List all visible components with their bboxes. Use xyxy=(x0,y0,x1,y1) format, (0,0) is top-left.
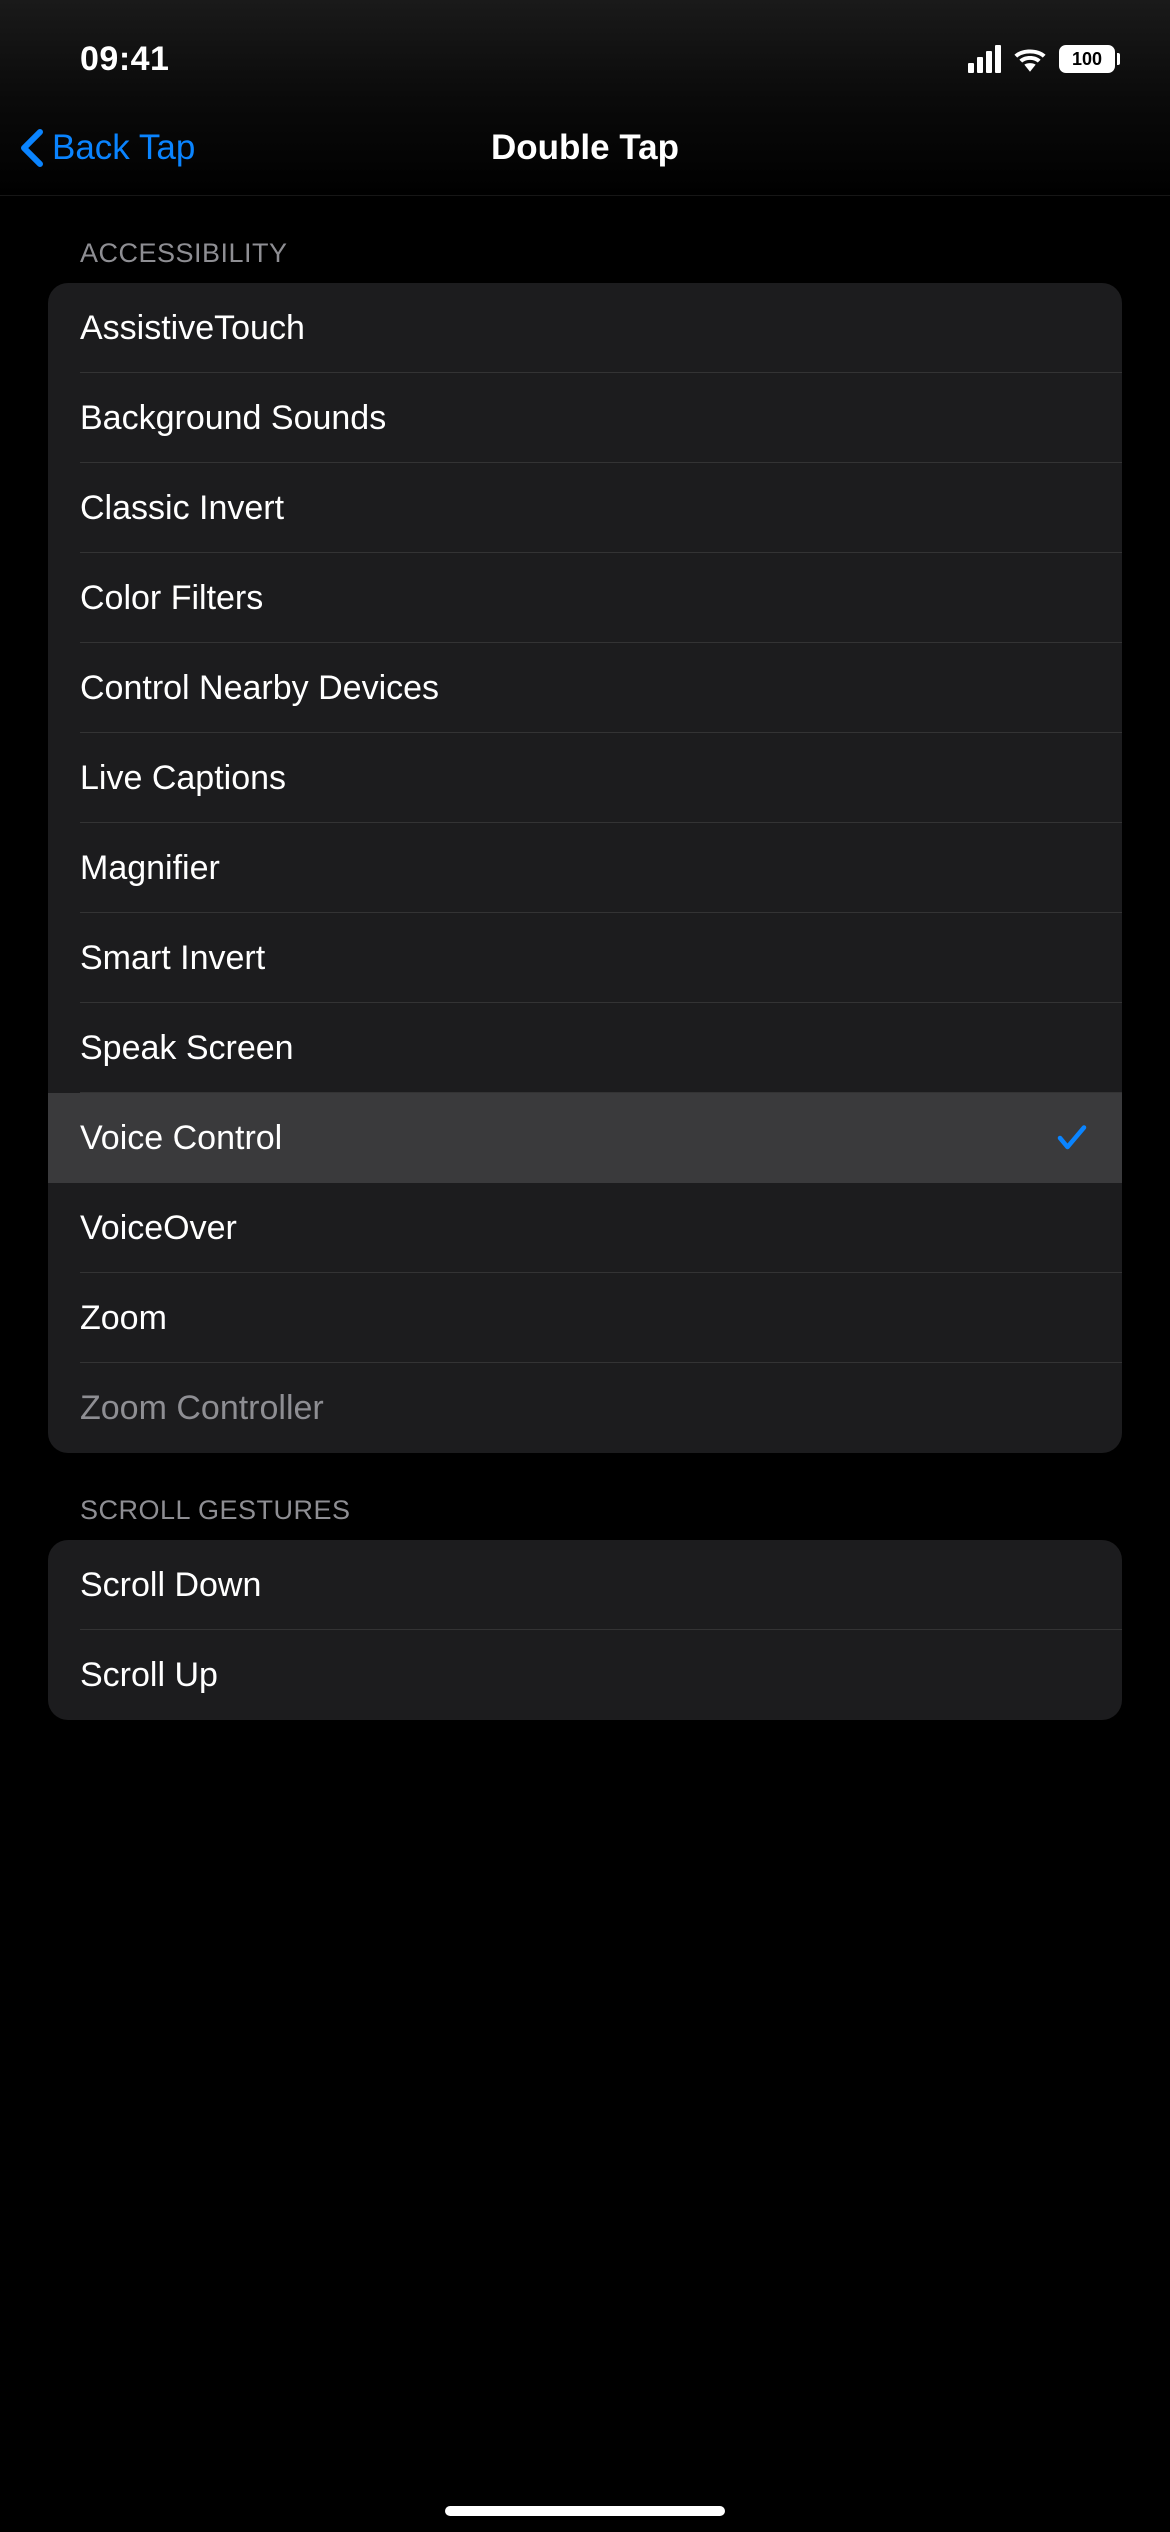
list-item-label: VoiceOver xyxy=(80,1209,237,1248)
list-item-voiceover[interactable]: VoiceOver xyxy=(48,1183,1122,1273)
chevron-left-icon xyxy=(20,128,44,168)
list-item-smart-invert[interactable]: Smart Invert xyxy=(48,913,1122,1003)
back-button[interactable]: Back Tap xyxy=(20,128,195,168)
list-item-label: Zoom Controller xyxy=(80,1389,324,1428)
list-item-control-nearby-devices[interactable]: Control Nearby Devices xyxy=(48,643,1122,733)
list-item-label: Magnifier xyxy=(80,849,220,888)
list-item-voice-control[interactable]: Voice Control xyxy=(48,1093,1122,1183)
list-item-color-filters[interactable]: Color Filters xyxy=(48,553,1122,643)
list-item-label: Zoom xyxy=(80,1299,167,1338)
list-item-label: Classic Invert xyxy=(80,489,284,528)
list-item-label: Live Captions xyxy=(80,759,286,798)
list-item-label: Voice Control xyxy=(80,1119,282,1158)
list-item-scroll-up[interactable]: Scroll Up xyxy=(48,1630,1122,1720)
list-item-zoom-controller: Zoom Controller xyxy=(48,1363,1122,1453)
home-indicator[interactable] xyxy=(445,2506,725,2516)
list-item-scroll-down[interactable]: Scroll Down xyxy=(48,1540,1122,1630)
list-item-label: Speak Screen xyxy=(80,1029,294,1068)
checkmark-icon xyxy=(1054,1120,1090,1156)
list-item-speak-screen[interactable]: Speak Screen xyxy=(48,1003,1122,1093)
navigation-bar: Back Tap Double Tap xyxy=(0,100,1170,196)
list-item-assistivetouch[interactable]: AssistiveTouch xyxy=(48,283,1122,373)
cellular-signal-icon xyxy=(968,45,1001,73)
wifi-icon xyxy=(1013,46,1047,72)
list-item-background-sounds[interactable]: Background Sounds xyxy=(48,373,1122,463)
list-item-zoom[interactable]: Zoom xyxy=(48,1273,1122,1363)
list-item-label: Color Filters xyxy=(80,579,263,618)
list-item-label: Smart Invert xyxy=(80,939,265,978)
battery-percentage: 100 xyxy=(1072,49,1102,70)
list-item-label: Background Sounds xyxy=(80,399,386,438)
list-item-label: Control Nearby Devices xyxy=(80,669,439,708)
status-time: 09:41 xyxy=(80,40,169,79)
section-header-scroll-gestures: SCROLL GESTURES xyxy=(48,1453,1122,1540)
list-item-label: Scroll Up xyxy=(80,1656,218,1695)
section-header-accessibility: ACCESSIBILITY xyxy=(48,196,1122,283)
list-item-label: AssistiveTouch xyxy=(80,309,305,348)
battery-indicator: 100 xyxy=(1059,45,1120,73)
content-area[interactable]: ACCESSIBILITY AssistiveTouch Background S… xyxy=(0,196,1170,1720)
page-title: Double Tap xyxy=(491,128,679,168)
back-label: Back Tap xyxy=(52,128,195,168)
list-item-magnifier[interactable]: Magnifier xyxy=(48,823,1122,913)
list-group-accessibility: AssistiveTouch Background Sounds Classic I… xyxy=(48,283,1122,1453)
status-bar: 09:41 100 xyxy=(0,0,1170,100)
list-item-classic-invert[interactable]: Classic Invert xyxy=(48,463,1122,553)
status-icons: 100 xyxy=(968,45,1120,73)
list-item-label: Scroll Down xyxy=(80,1566,261,1605)
list-group-scroll-gestures: Scroll Down Scroll Up xyxy=(48,1540,1122,1720)
list-item-live-captions[interactable]: Live Captions xyxy=(48,733,1122,823)
